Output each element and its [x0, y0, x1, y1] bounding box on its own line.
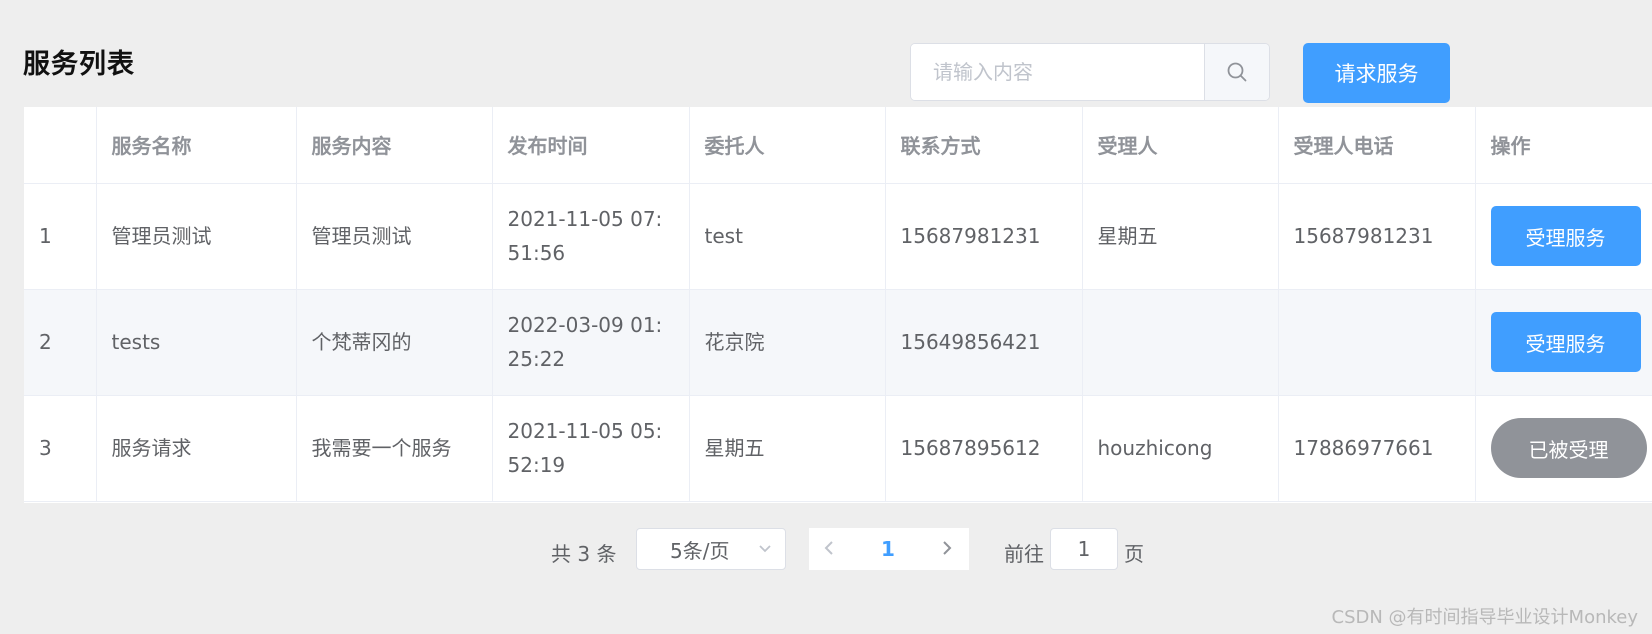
cell-service-name: 管理员测试 — [96, 183, 297, 290]
cell-contact: 15649856421 — [885, 289, 1083, 396]
table-row: 1 管理员测试 管理员测试 2021-11-05 07:51:56 test 1… — [24, 183, 1652, 290]
cell-index: 2 — [24, 289, 97, 396]
accept-service-button[interactable]: 受理服务 — [1490, 312, 1641, 372]
header-service-content: 服务内容 — [296, 107, 493, 184]
cell-handler: houzhicong — [1082, 395, 1279, 502]
header-handler-phone: 受理人电话 — [1278, 107, 1476, 184]
chevron-right-icon[interactable] — [935, 536, 959, 564]
service-table: 服务名称 服务内容 发布时间 委托人 联系方式 受理人 受理人电话 操作 1 管… — [24, 107, 1652, 503]
page-number-current[interactable]: 1 — [881, 537, 895, 561]
cell-actions: 已被受理 — [1475, 395, 1652, 502]
pagination-total: 共 3 条 — [551, 542, 617, 566]
page-size-select[interactable]: 5条/页 — [636, 528, 786, 570]
header-handler: 受理人 — [1082, 107, 1279, 184]
table-row: 3 服务请求 我需要一个服务 2021-11-05 05:52:19 星期五 1… — [24, 395, 1652, 502]
search-button[interactable] — [1204, 44, 1269, 100]
page-navigator: 1 — [809, 528, 969, 570]
header-index — [24, 107, 97, 184]
header-contact: 联系方式 — [885, 107, 1083, 184]
table-row: 2 tests 个梵蒂冈的 2022-03-09 01:25:22 花京院 15… — [24, 289, 1652, 396]
cell-handler-phone — [1278, 289, 1476, 396]
cell-actions: 受理服务 — [1475, 183, 1652, 290]
chevron-left-icon[interactable] — [817, 536, 841, 564]
header-actions: 操作 — [1475, 107, 1652, 184]
cell-service-content: 个梵蒂冈的 — [296, 289, 493, 396]
cell-client: test — [689, 183, 886, 290]
cell-index: 3 — [24, 395, 97, 502]
accept-service-button[interactable]: 受理服务 — [1490, 206, 1641, 266]
request-service-button[interactable]: 请求服务 — [1303, 43, 1450, 103]
goto-label: 前往 — [1004, 542, 1044, 566]
cell-index: 1 — [24, 183, 97, 290]
search-bar — [910, 43, 1270, 101]
cell-publish-time: 2022-03-09 01:25:22 — [492, 289, 690, 396]
cell-publish-time: 2021-11-05 05:52:19 — [492, 395, 690, 502]
cell-client: 花京院 — [689, 289, 886, 396]
cell-handler-phone: 15687981231 — [1278, 183, 1476, 290]
cell-handler-phone: 17886977661 — [1278, 395, 1476, 502]
cell-service-name: 服务请求 — [96, 395, 297, 502]
page-title: 服务列表 — [23, 49, 135, 80]
cell-service-content: 管理员测试 — [296, 183, 493, 290]
accepted-status-button[interactable]: 已被受理 — [1490, 418, 1647, 478]
search-icon — [1227, 62, 1247, 82]
goto-page-input[interactable] — [1050, 528, 1118, 570]
cell-publish-time: 2021-11-05 07:51:56 — [492, 183, 690, 290]
cell-contact: 15687895612 — [885, 395, 1083, 502]
chevron-down-icon — [755, 538, 775, 563]
cell-handler — [1082, 289, 1279, 396]
page-size-value: 5条/页 — [670, 538, 730, 563]
cell-handler: 星期五 — [1082, 183, 1279, 290]
cell-service-content: 我需要一个服务 — [296, 395, 493, 502]
header-publish-time: 发布时间 — [492, 107, 690, 184]
table-header-row: 服务名称 服务内容 发布时间 委托人 联系方式 受理人 受理人电话 操作 — [24, 107, 1652, 184]
goto-suffix: 页 — [1124, 542, 1144, 566]
watermark: CSDN @有时间指导毕业设计Monkey — [1331, 607, 1639, 628]
cell-service-name: tests — [96, 289, 297, 396]
search-input[interactable] — [911, 44, 1204, 100]
header-client: 委托人 — [689, 107, 886, 184]
cell-contact: 15687981231 — [885, 183, 1083, 290]
cell-client: 星期五 — [689, 395, 886, 502]
pagination: 共 3 条 5条/页 1 前往 页 — [0, 528, 1652, 572]
header-service-name: 服务名称 — [96, 107, 297, 184]
cell-actions: 受理服务 — [1475, 289, 1652, 396]
